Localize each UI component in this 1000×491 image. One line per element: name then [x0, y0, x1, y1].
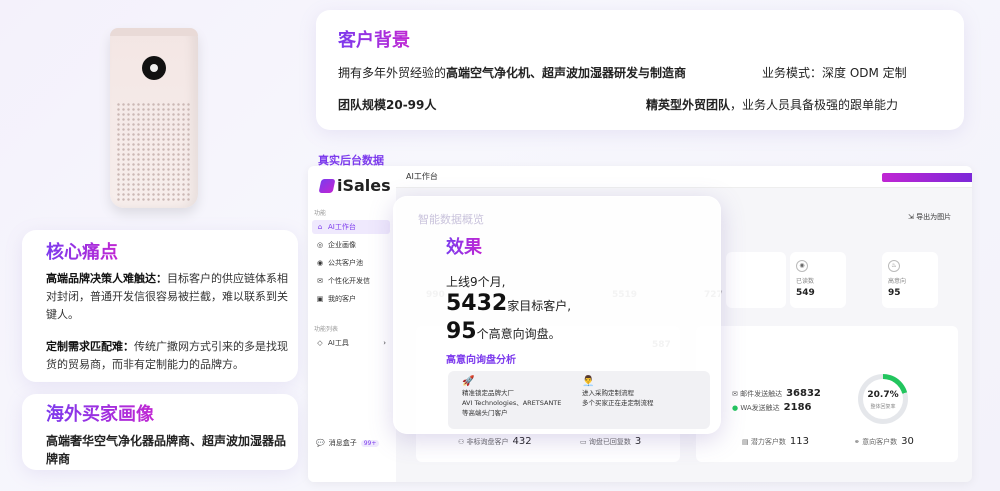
- sidebar-item-company-profile[interactable]: ◎ 企业画像: [312, 238, 390, 252]
- chevron-right-icon: ›: [383, 339, 386, 347]
- effect-card: 智能数据概览 效果 上线9个月, 5432家目标客户, 95个高意向询盘。 高意…: [393, 196, 721, 434]
- topbar-title: AI工作台: [406, 172, 438, 181]
- effect-title: 效果: [446, 233, 482, 259]
- ghost-section-title: 智能数据概览: [418, 213, 484, 226]
- team-size: 团队规模20-99人: [338, 98, 437, 112]
- topbar: AI工作台 ◷ ⚙ ◐ ⤢: [396, 166, 972, 188]
- effect-high-intent: 95个高意向询盘。: [446, 319, 561, 344]
- customers-icon: ▣: [316, 295, 324, 303]
- inquiry-analysis-box: 🚀 精准锁定品牌大厂 AVI Technologies、ARETSANTE 等高端…: [448, 371, 710, 429]
- stat-card-high-intent: ♨ 高意向 95: [882, 252, 938, 308]
- pool-icon: ◉: [316, 259, 324, 267]
- message-box[interactable]: 💬 消息盒子 99+: [316, 438, 380, 448]
- sidebar-item-ai-tools[interactable]: ◇ AI工具 ›: [312, 336, 390, 350]
- purifier-grille: [116, 102, 192, 202]
- chat-icon: 💬: [316, 439, 325, 447]
- sidebar-item-my-customers[interactable]: ▣ 我的客户: [312, 292, 390, 306]
- fire-icon: ♨: [888, 260, 900, 272]
- businessman-icon: 👨‍💼: [582, 376, 595, 387]
- brand-name: iSales: [337, 176, 391, 195]
- email-reach-stat: ✉ 邮件发送触达 36832: [732, 388, 821, 399]
- stat-card-faded: [726, 252, 786, 308]
- message-count-badge: 99+: [360, 439, 380, 447]
- stat-card-read: ◉ 已读数 549: [790, 252, 846, 308]
- sidebar: iSales 功能 ⌂ AI工作台 ◎ 企业画像 ◉ 公共客户池 ✉ 个性化开发信 ▣ 我…: [308, 166, 396, 482]
- company-description: 拥有多年外贸经验的高端空气净化机、超声波加湿器研发与制造商: [338, 66, 687, 80]
- business-model: 业务模式：深度 ODM 定制: [762, 66, 907, 80]
- analysis-col-brands: 🚀 精准锁定品牌大厂 AVI Technologies、ARETSANTE 等高端…: [462, 377, 572, 418]
- eye-icon: ◉: [796, 260, 808, 272]
- pain-points-card: 核心痛点 高端品牌决策人难触达：目标客户的供应链体系相对封闭，普通开发信很容易被…: [22, 230, 298, 382]
- bottom-stat: ▭ 询盘已回复数 3: [580, 436, 642, 447]
- reply-rate-ring: 20.7% 整体回复率: [858, 374, 908, 424]
- isales-logo: iSales: [318, 176, 391, 195]
- purifier-display: [142, 56, 166, 80]
- handshake-icon: ⚭: [854, 438, 863, 446]
- bottom-stat: ⚇ 非标询盘客户 432: [458, 436, 532, 447]
- bottom-stat: ▤ 潜力客户数 113: [742, 436, 809, 447]
- user-icon: ⚇: [458, 438, 467, 446]
- home-icon: ⌂: [317, 223, 323, 231]
- buyer-profile-text: 高端奢华空气净化器品牌商、超声波加湿器品牌商: [46, 434, 287, 466]
- whatsapp-reach-stat: ● WA发送触达 2186: [732, 402, 812, 413]
- customer-background-card: 客户背景 拥有多年外贸经验的高端空气净化机、超声波加湿器研发与制造商 业务模式：…: [316, 10, 964, 130]
- target-icon: ◎: [316, 241, 324, 249]
- effect-target-customers: 5432家目标客户,: [446, 291, 572, 316]
- air-purifier-image: [110, 28, 198, 208]
- tools-icon: ◇: [317, 339, 323, 347]
- purifier-top: [110, 28, 198, 36]
- sidebar-item-ai-workbench[interactable]: ⌂ AI工作台: [312, 220, 390, 234]
- mail-icon: ✉: [732, 390, 741, 398]
- topbar-gradient-banner: [882, 173, 972, 182]
- team-description: 精英型外贸团队，业务人员具备极强的跟单能力: [646, 98, 899, 112]
- sidebar-item-public-pool[interactable]: ◉ 公共客户池: [312, 256, 390, 270]
- customer-background-title: 客户背景: [338, 26, 410, 52]
- pain-points-title: 核心痛点: [46, 238, 118, 264]
- sidebar-section-label-2: 功能列表: [314, 326, 339, 333]
- bottom-stat: ⚭ 意向客户数 30: [854, 436, 914, 447]
- effect-duration: 上线9个月,: [446, 275, 506, 289]
- sidebar-section-label: 功能: [314, 210, 327, 217]
- buyer-profile-card: 海外买家画像 高端奢华空气净化器品牌商、超声波加湿器品牌商: [22, 394, 298, 470]
- inquiry-analysis-title: 高意向询盘分析: [446, 355, 516, 366]
- isales-logo-icon: [318, 178, 336, 193]
- export-image-button[interactable]: ⇲ 导出为图片: [908, 212, 951, 222]
- chart-icon: ▤: [742, 438, 751, 446]
- sidebar-item-personalized-email[interactable]: ✉ 个性化开发信: [312, 274, 390, 288]
- reply-icon: ▭: [580, 438, 589, 446]
- mail-icon: ✉: [317, 277, 323, 285]
- buyer-profile-title: 海外买家画像: [46, 400, 154, 426]
- rocket-icon: 🚀: [462, 376, 475, 387]
- pain-point-2: 定制需求匹配难：传统广撒网方式引来的多是找现货的贸易商，而非有定制能力的品牌方。: [46, 340, 288, 371]
- analysis-col-custom: 👨‍💼 进入采购定制流程 多个买家正在走定制流程: [582, 377, 692, 408]
- pain-point-1: 高端品牌决策人难触达：目标客户的供应链体系相对封闭，普通开发信很容易被拦截，难以…: [46, 272, 288, 321]
- export-icon: ⇲: [908, 213, 917, 221]
